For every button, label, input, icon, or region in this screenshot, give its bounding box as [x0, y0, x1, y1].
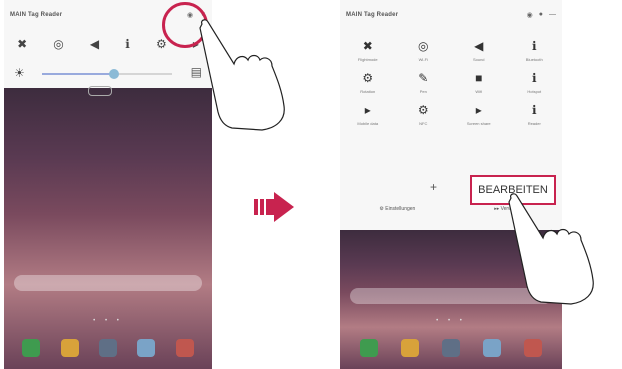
- app-dock: [348, 339, 554, 361]
- tile-icon: ℹ: [531, 71, 537, 85]
- contacts-app-icon[interactable]: [60, 339, 79, 357]
- tile-label: Screen share: [466, 121, 491, 126]
- chrome-app-icon[interactable]: [524, 339, 543, 357]
- drag-handle[interactable]: [88, 86, 112, 96]
- search-bar[interactable]: [14, 275, 202, 291]
- brightness-slider[interactable]: [42, 69, 172, 79]
- status-bar: MAIN Tag Reader ◉ ● —: [340, 0, 562, 30]
- quick-tile[interactable]: ⚙ Rotation: [340, 70, 396, 94]
- quick-tile[interactable]: ▸ Screen share: [451, 102, 507, 126]
- tile-icon: ▸: [475, 103, 482, 117]
- quick-tile[interactable]: ✖ Flightmode: [340, 38, 396, 62]
- tile-label: Pen: [419, 89, 427, 94]
- quick-tile[interactable]: ℹ Hotspot: [507, 70, 563, 94]
- tile-label: Bluetooth: [525, 57, 543, 62]
- settings-link[interactable]: ⚙ Einstellungen: [379, 206, 415, 212]
- tile-label: Reader: [527, 121, 541, 126]
- wallpaper: [4, 88, 212, 369]
- brightness-icon: ☀: [14, 66, 25, 80]
- camera-app-icon[interactable]: [441, 339, 460, 357]
- chrome-app-icon[interactable]: [175, 339, 194, 357]
- app-dock: [12, 339, 204, 361]
- brightness-fill: [42, 73, 114, 75]
- tile-icon: ◀: [474, 39, 484, 53]
- carrier-label: MAIN Tag Reader: [10, 12, 63, 18]
- tile-label: NFC: [419, 121, 428, 126]
- page-indicator: • • •: [93, 318, 123, 324]
- sound-icon[interactable]: ◀: [90, 37, 99, 51]
- tile-icon: ■: [475, 71, 483, 85]
- quick-tile[interactable]: ⚙ NFC: [396, 102, 452, 126]
- tile-icon: ✖: [362, 39, 373, 53]
- quick-tile[interactable]: ℹ Reader: [507, 102, 563, 126]
- quick-tile[interactable]: ✎ Pen: [396, 70, 452, 94]
- tile-label: Wi-Fi: [418, 57, 428, 62]
- hand-pointer-icon: [508, 193, 594, 305]
- tile-label: Hotspot: [527, 89, 542, 94]
- phone-app-icon[interactable]: [22, 339, 41, 357]
- quick-tile[interactable]: ■ Wifi: [451, 70, 507, 94]
- tile-label: Mobile data: [357, 121, 379, 126]
- hand-pointer-icon: [199, 19, 285, 131]
- brightness-knob[interactable]: [108, 69, 119, 79]
- tile-icon: ✎: [418, 71, 429, 85]
- contacts-app-icon[interactable]: [400, 339, 419, 357]
- gallery-app-icon[interactable]: [137, 339, 156, 357]
- tile-icon: ⚙: [417, 103, 429, 117]
- tile-icon: ⚙: [362, 71, 374, 85]
- add-icon[interactable]: +: [430, 180, 437, 194]
- phone-app-icon[interactable]: [359, 339, 378, 357]
- next-arrow-icon: [254, 192, 294, 222]
- left-phone-screen: MAIN Tag Reader ◉ ▼ ✖ ◎ ◀ ℹ ⚙ ▸ ☀ ▤ • • …: [4, 0, 212, 369]
- tile-label: Rotation: [360, 89, 376, 94]
- status-icon: ◉: [526, 12, 533, 19]
- collapse-icon[interactable]: —: [549, 11, 556, 19]
- gallery-app-icon[interactable]: [483, 339, 502, 357]
- tile-label: Flightmode: [357, 57, 378, 62]
- right-phone-screen: MAIN Tag Reader ◉ ● — ✖ Flightmode ◎ Wi-Fi ◀…: [340, 0, 562, 369]
- airplane-mode-icon[interactable]: ✖: [17, 37, 27, 51]
- carrier-label: MAIN Tag Reader: [346, 12, 399, 18]
- tile-icon: ℹ: [531, 103, 537, 117]
- tile-icon: ▸: [364, 103, 371, 117]
- settings-icon[interactable]: ⚙: [156, 37, 167, 51]
- camera-app-icon[interactable]: [98, 339, 117, 357]
- tile-icon: ℹ: [531, 39, 537, 53]
- quick-tile[interactable]: ◎ Wi-Fi: [396, 38, 452, 62]
- tile-label: Sound: [472, 57, 485, 62]
- quick-tile[interactable]: ℹ Bluetooth: [507, 38, 563, 62]
- tile-label: Wifi: [475, 89, 483, 94]
- settings-icon[interactable]: ●: [539, 11, 543, 19]
- wifi-icon[interactable]: ◎: [53, 37, 63, 51]
- bluetooth-icon[interactable]: ℹ: [125, 37, 130, 51]
- brightness-bar: ☀ ▤: [4, 58, 212, 88]
- quick-tile[interactable]: ◀ Sound: [451, 38, 507, 62]
- quick-settings-grid: ✖ Flightmode ◎ Wi-Fi ◀ Sound ℹ Bluetooth ⚙ Rotati…: [340, 30, 562, 126]
- tile-icon: ◎: [418, 39, 429, 53]
- page-indicator: • • •: [436, 318, 466, 324]
- quick-tile[interactable]: ▸ Mobile data: [340, 102, 396, 126]
